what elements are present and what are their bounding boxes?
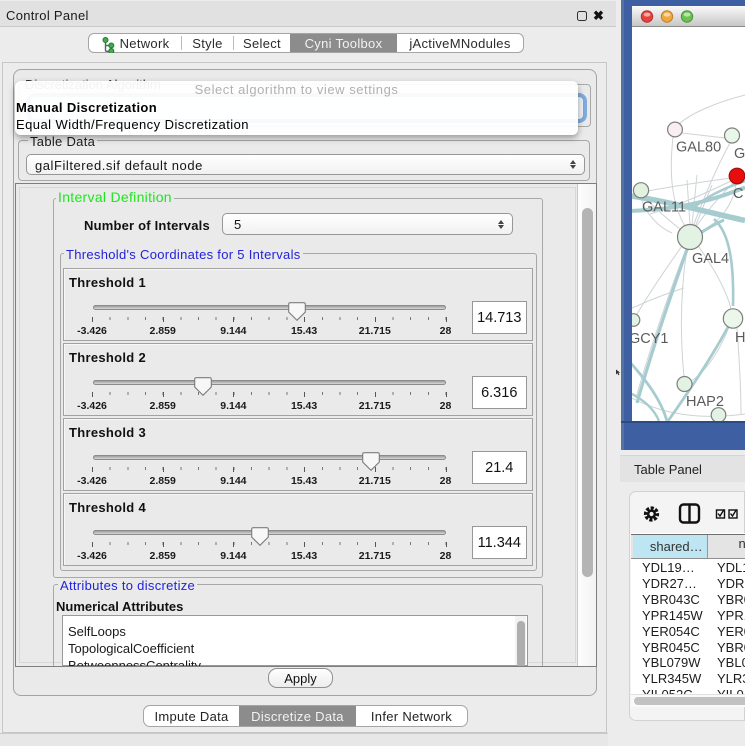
svg-text:HAP2: HAP2 xyxy=(686,394,724,410)
svg-text:GAL11: GAL11 xyxy=(642,200,686,216)
svg-text:G.: G. xyxy=(734,146,745,162)
svg-text:H: H xyxy=(735,330,745,346)
svg-text:C: C xyxy=(733,186,743,202)
svg-text:GAL4: GAL4 xyxy=(692,251,729,267)
svg-text:GCY1: GCY1 xyxy=(632,331,669,347)
svg-text:GAL80: GAL80 xyxy=(676,140,721,156)
